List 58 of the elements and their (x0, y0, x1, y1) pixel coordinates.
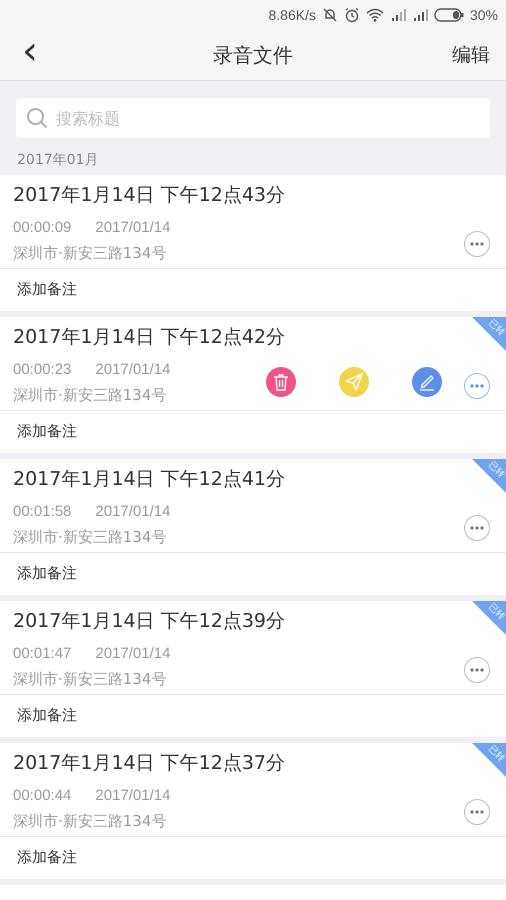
search-icon (26, 107, 48, 129)
paper-plane-icon (345, 373, 363, 391)
more-button[interactable] (464, 799, 490, 825)
add-note-link[interactable]: 添加备注 (0, 553, 506, 595)
record-address: 深圳市·新安三路134号 (13, 386, 168, 405)
edit-button[interactable]: 编辑 (452, 42, 490, 68)
rename-button[interactable] (412, 367, 442, 397)
alarm-icon (344, 7, 360, 23)
pencil-icon (418, 373, 436, 391)
add-note-link[interactable]: 添加备注 (0, 411, 506, 453)
record-duration: 00:00:44 (13, 787, 72, 804)
add-note-link[interactable]: 添加备注 (0, 695, 506, 737)
status-label: 已转 (486, 744, 506, 765)
record-date: 2017/01/14 (95, 645, 170, 662)
record-title: 2017年1月14日 下午12点43分 (13, 183, 286, 208)
more-button[interactable] (464, 657, 490, 683)
mute-icon (322, 7, 338, 23)
back-button[interactable]: ‹ (16, 31, 44, 79)
add-note-link[interactable]: 添加备注 (0, 269, 506, 311)
record-date: 2017/01/14 (95, 787, 170, 804)
record-date: 2017/01/14 (95, 361, 170, 378)
record-address: 深圳市·新安三路134号 (13, 244, 168, 263)
trash-icon (273, 373, 289, 391)
status-label: 已转 (486, 318, 506, 339)
record-title: 2017年1月14日 下午12点37分 (13, 751, 286, 776)
record-duration: 00:01:47 (13, 645, 72, 662)
more-icon (470, 526, 484, 530)
month-heading: 2017年01月 (16, 151, 100, 170)
page-title: 录音文件 (213, 42, 293, 68)
battery-level: 30% (470, 7, 498, 23)
record-title: 2017年1月14日 下午12点39分 (13, 609, 286, 634)
record-title: 2017年1月14日 下午12点42分 (13, 325, 286, 350)
more-icon (470, 384, 484, 388)
record-address: 深圳市·新安三路134号 (13, 812, 168, 831)
status-label: 已转 (486, 460, 506, 481)
record-duration: 00:00:23 (13, 361, 72, 378)
status-label: 已转 (486, 602, 506, 623)
more-button[interactable] (464, 373, 490, 399)
record-address: 深圳市·新安三路134号 (13, 670, 168, 689)
record-title: 2017年1月14日 下午12点41分 (13, 467, 286, 492)
search-field[interactable]: 搜索标题 (16, 98, 490, 138)
delete-button[interactable] (266, 367, 296, 397)
more-icon (470, 242, 484, 246)
record-duration: 00:00:09 (13, 219, 72, 236)
record-address: 深圳市·新安三路134号 (13, 528, 168, 547)
record-date: 2017/01/14 (95, 219, 170, 236)
battery-icon (434, 8, 464, 22)
more-button[interactable] (464, 231, 490, 257)
more-icon (470, 810, 484, 814)
network-speed: 8.86K/s (268, 7, 316, 23)
signal-icon (412, 9, 428, 21)
more-button[interactable] (464, 515, 490, 541)
record-duration: 00:01:58 (13, 503, 72, 520)
record-date: 2017/01/14 (95, 503, 170, 520)
signal-icon (390, 9, 406, 21)
wifi-icon (366, 8, 384, 22)
more-icon (470, 668, 484, 672)
add-note-link[interactable]: 添加备注 (0, 837, 506, 879)
